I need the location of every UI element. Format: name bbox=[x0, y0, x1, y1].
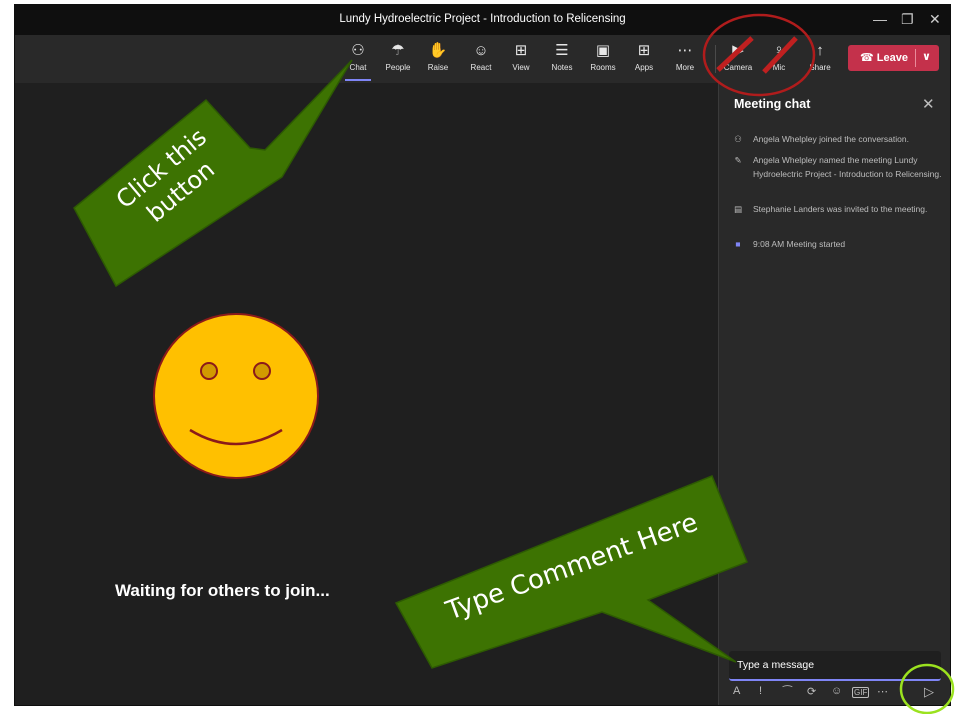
camera-mic-highlight bbox=[702, 13, 816, 97]
send-button-highlight bbox=[899, 663, 955, 714]
smiley-face-icon bbox=[153, 313, 319, 479]
